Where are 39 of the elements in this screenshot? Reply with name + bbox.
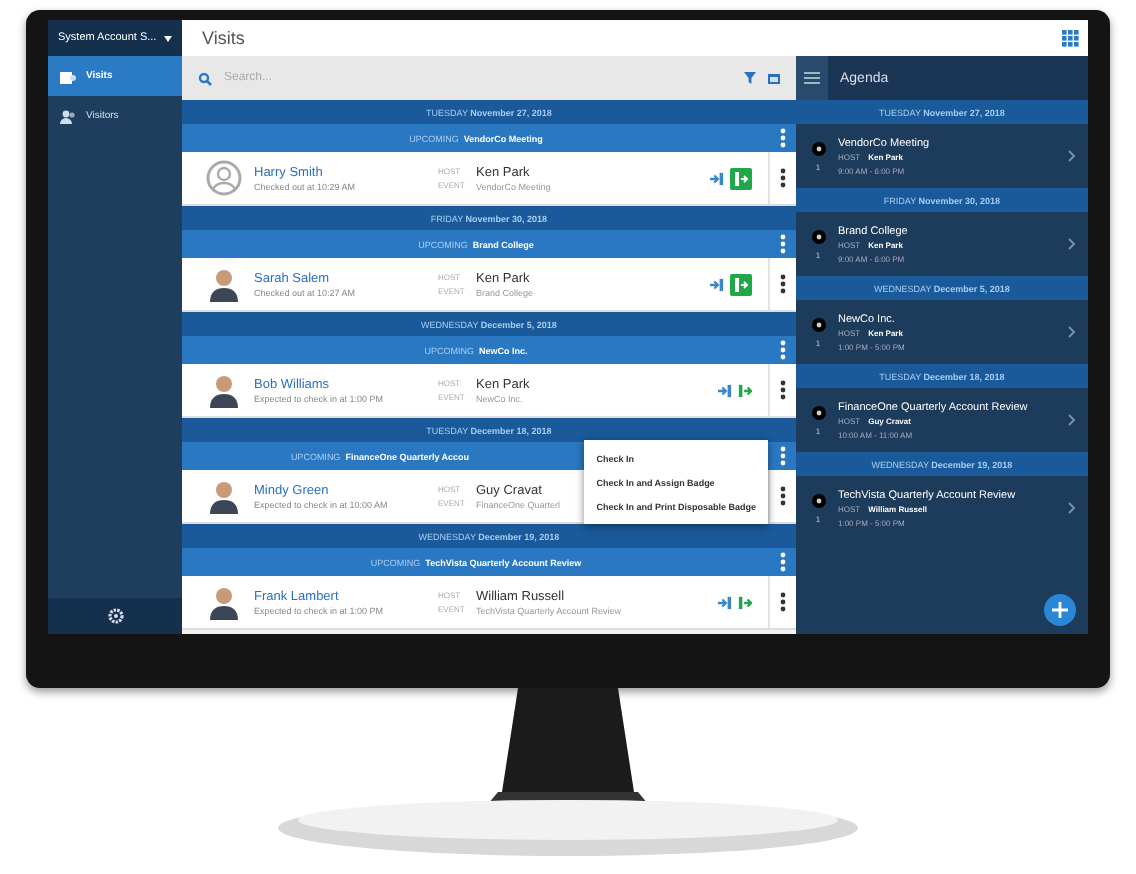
menu-icon[interactable] [804,72,820,84]
person-avatar-icon [206,584,242,620]
chevron-right-icon [1068,238,1076,250]
more-icon[interactable] [780,380,786,400]
chevron-right-icon [1068,150,1076,162]
avatar-placeholder-icon [206,160,242,196]
check-in-icon[interactable] [710,171,724,185]
check-out-icon[interactable] [730,167,752,189]
calendar-person-icon [60,69,76,83]
event-dot-icon [811,141,825,155]
check-out-icon[interactable] [730,273,752,295]
apps-grid-icon[interactable] [1062,29,1080,47]
event-dot-icon [811,317,825,331]
chevron-right-icon [1068,414,1076,426]
people-icon [60,109,76,123]
plus-icon [1052,602,1068,618]
check-in-icon[interactable] [718,595,732,609]
event-dot-icon [811,229,825,243]
check-out-icon[interactable] [738,383,752,397]
chevron-right-icon [1068,326,1076,338]
page-title: Visits [202,28,245,48]
more-icon[interactable] [780,592,786,612]
check-in-icon[interactable] [710,277,724,291]
filter-icon[interactable] [744,72,756,84]
check-in-icon[interactable] [718,383,732,397]
search-icon [198,71,212,85]
check-out-icon[interactable] [738,595,752,609]
chevron-right-icon [1068,502,1076,514]
event-dot-icon [811,493,825,507]
person-avatar-icon [206,372,242,408]
calendar-icon[interactable] [768,72,780,84]
add-button[interactable] [1044,594,1076,626]
person-avatar-icon [206,266,242,302]
more-icon[interactable] [780,274,786,294]
event-dot-icon [811,405,825,419]
person-avatar-icon [206,478,242,514]
more-icon[interactable] [780,486,786,506]
settings-icon[interactable] [107,608,123,624]
more-icon[interactable] [780,168,786,188]
